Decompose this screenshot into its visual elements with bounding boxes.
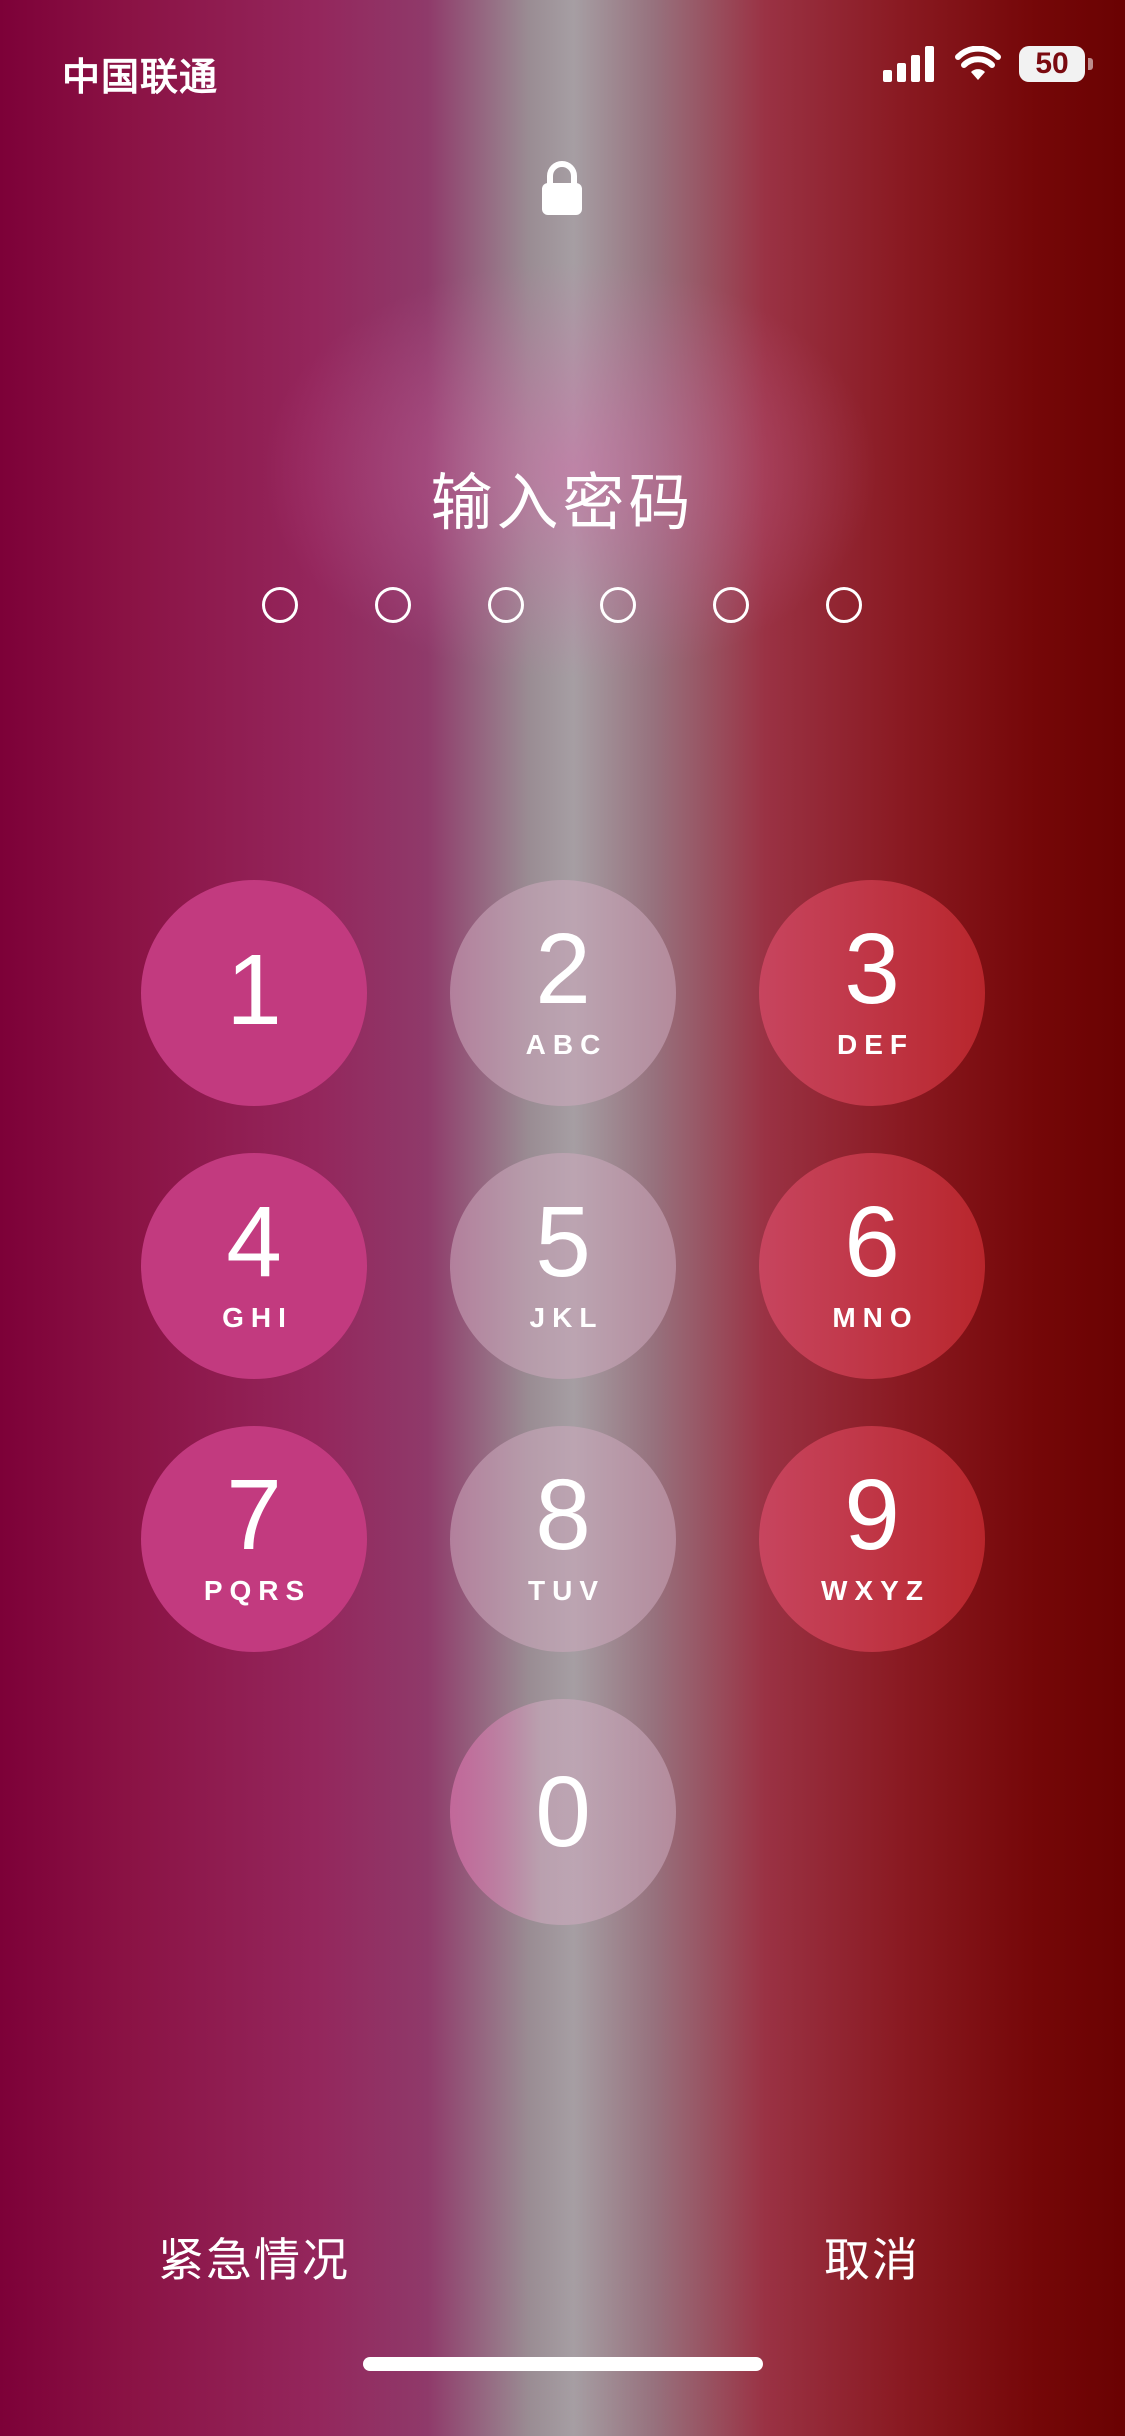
keypad-key-5[interactable]: 5 JKL — [450, 1153, 676, 1379]
key-letters: DEF — [837, 1029, 914, 1060]
emergency-button[interactable]: 紧急情况 — [158, 2224, 350, 2290]
key-digit: 4 — [226, 1186, 282, 1298]
keypad-key-6[interactable]: 6 MNO — [759, 1153, 985, 1379]
battery-icon: 50 — [1019, 46, 1093, 82]
passcode-dot — [600, 587, 637, 623]
status-bar: 中国联通 50 — [0, 0, 1125, 140]
keypad-key-3[interactable]: 3 DEF — [759, 880, 985, 1106]
key-letters: MNO — [832, 1302, 919, 1333]
battery-tip — [1088, 58, 1093, 70]
keypad-key-0[interactable]: 0 — [450, 1699, 676, 1925]
keypad-key-8[interactable]: 8 TUV — [450, 1426, 676, 1652]
keypad-key-2[interactable]: 2 ABC — [450, 880, 676, 1106]
key-digit: 8 — [535, 1459, 591, 1571]
passcode-dots — [262, 587, 862, 623]
wifi-icon — [955, 46, 1001, 80]
signal-icon — [883, 46, 934, 82]
keypad-key-9[interactable]: 9 WXYZ — [759, 1426, 985, 1652]
status-icons: 50 — [883, 46, 1093, 82]
keypad-key-7[interactable]: 7 PQRS — [141, 1426, 367, 1652]
home-indicator[interactable] — [363, 2357, 763, 2371]
key-digit: 6 — [844, 1186, 900, 1298]
passcode-dot — [825, 587, 862, 623]
battery-level: 50 — [1035, 47, 1069, 80]
keypad-key-1[interactable]: 1 — [141, 880, 367, 1106]
passcode-dot — [487, 587, 524, 623]
key-digit: 5 — [535, 1186, 591, 1298]
key-letters: TUV — [528, 1575, 605, 1606]
key-letters: JKL — [529, 1302, 604, 1333]
lock-icon — [542, 161, 582, 215]
key-letters: ABC — [525, 1029, 608, 1060]
keypad-key-4[interactable]: 4 GHI — [141, 1153, 367, 1379]
passcode-dot — [374, 587, 411, 623]
key-digit: 0 — [535, 1756, 591, 1868]
key-digit: 3 — [844, 913, 900, 1025]
key-digit: 2 — [535, 913, 591, 1025]
cancel-button[interactable]: 取消 — [824, 2224, 920, 2290]
key-letters: WXYZ — [821, 1575, 930, 1606]
passcode-title: 输入密码 — [430, 466, 695, 539]
carrier-name: 中国联通 — [62, 55, 219, 99]
passcode-dot — [262, 587, 298, 623]
key-letters: PQRS — [203, 1575, 312, 1606]
key-digit: 1 — [226, 934, 282, 1046]
key-letters: GHI — [222, 1302, 293, 1333]
passcode-dot — [713, 587, 750, 623]
key-digit: 7 — [226, 1459, 282, 1571]
key-digit: 9 — [844, 1459, 900, 1571]
